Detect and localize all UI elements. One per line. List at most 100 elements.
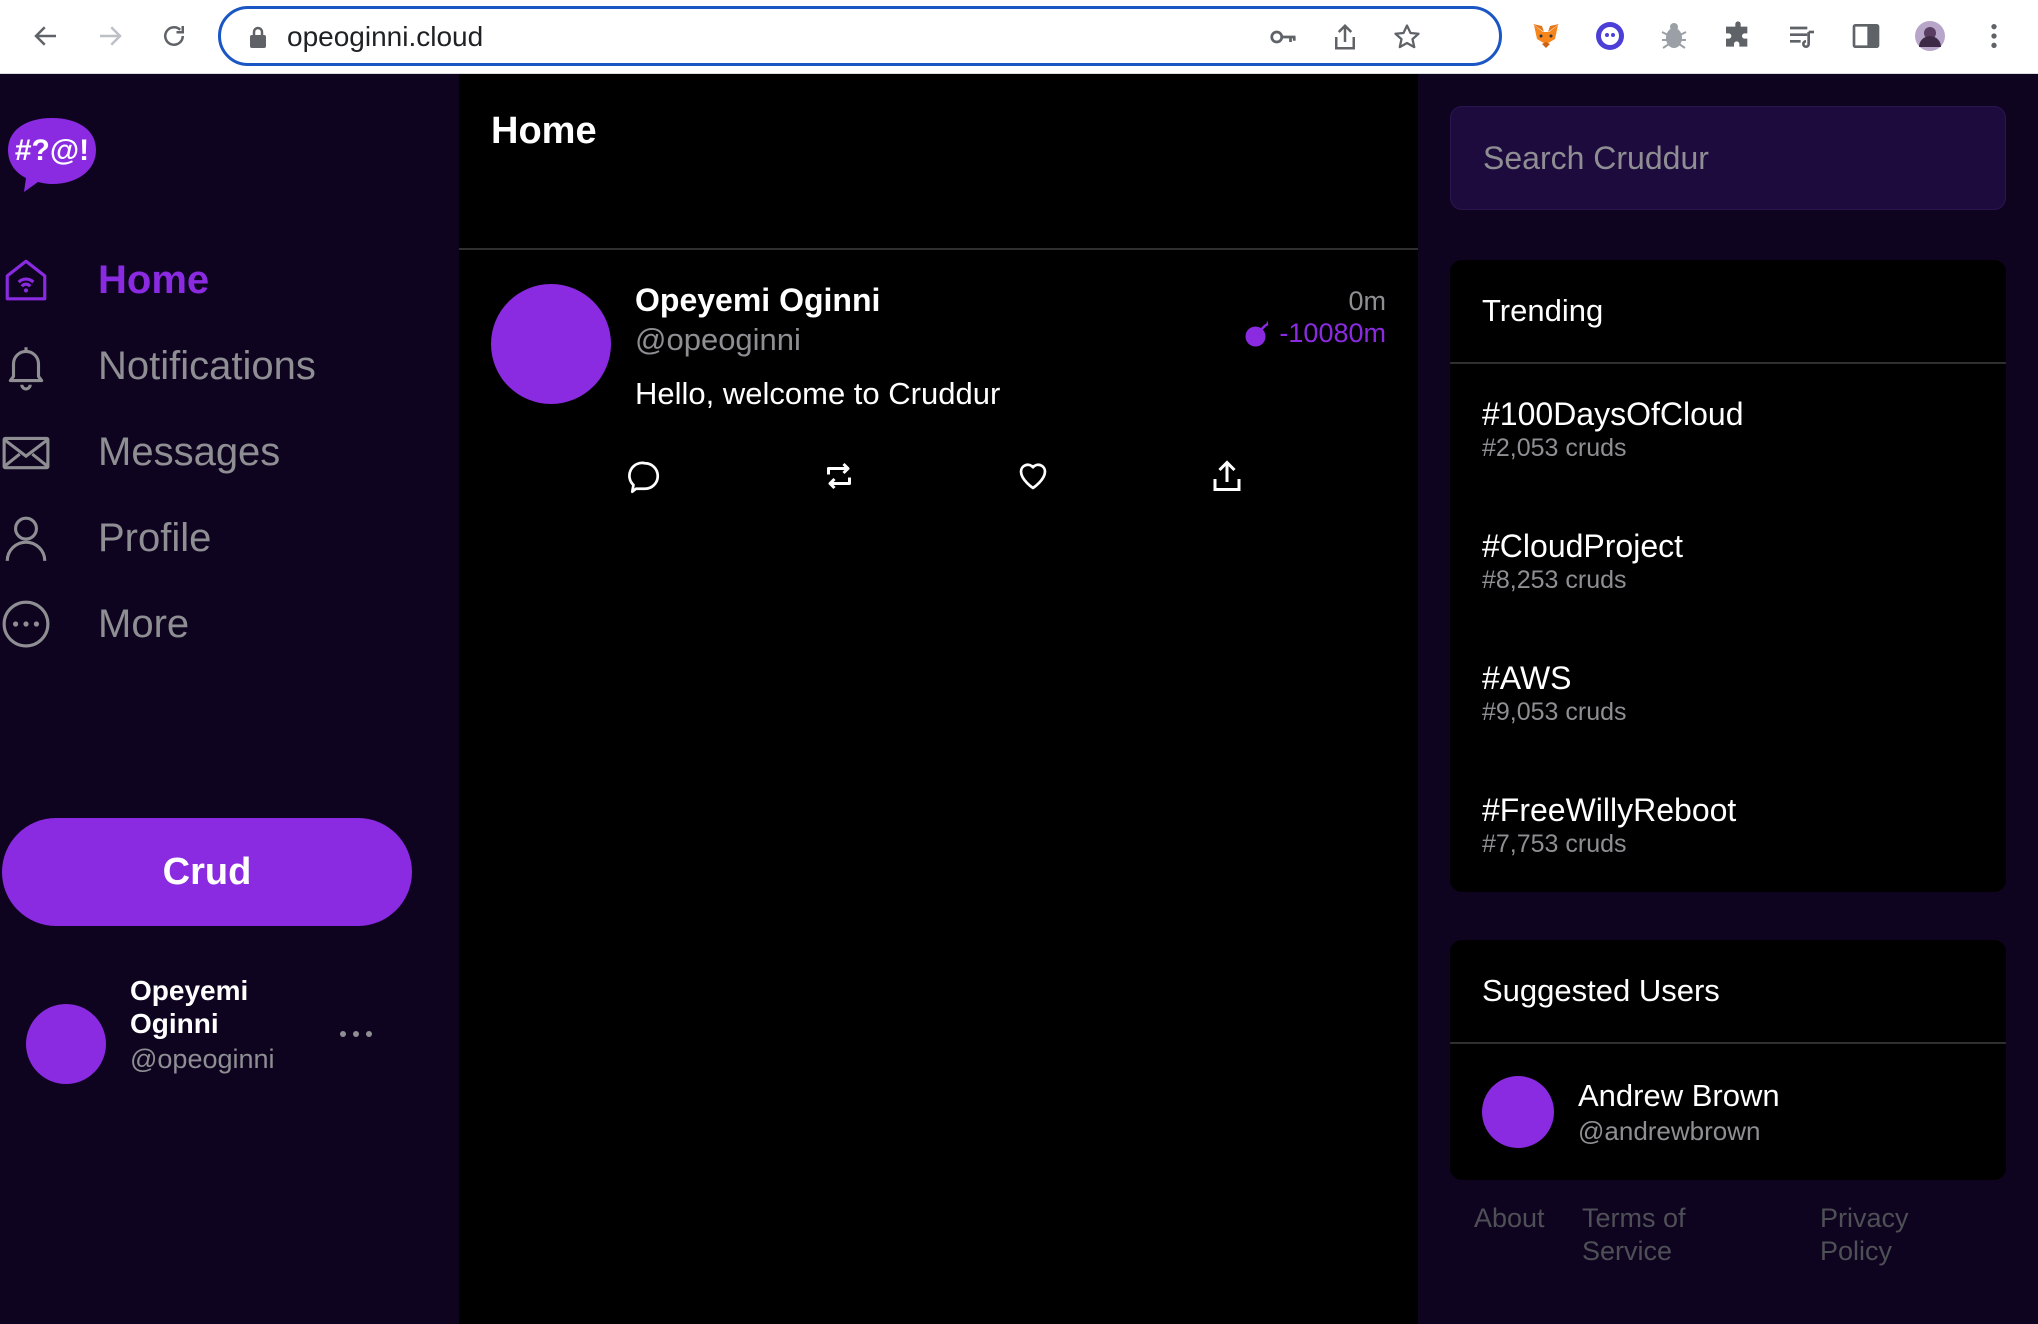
password-key-button[interactable] (1265, 19, 1301, 55)
repost-icon (827, 462, 851, 490)
post-expiry: -10080m (1243, 318, 1386, 349)
arrow-left-icon (34, 26, 56, 46)
trending-tag: #FreeWillyReboot (1482, 792, 1737, 828)
profile-menu-button[interactable] (336, 1014, 376, 1054)
share-page-button[interactable] (1327, 19, 1363, 55)
suggested-user-name: Andrew Brown (1578, 1078, 1780, 1113)
post-author-name[interactable]: Opeyemi Oginni (635, 282, 880, 319)
heart-icon (1019, 463, 1047, 490)
post-message: Hello, welcome to Cruddur (635, 376, 1001, 411)
activity-item[interactable]: Opeyemi Oginni @opeoginni 0m -10080m Hel… (459, 252, 1418, 522)
trending-count: #7,753 cruds (1482, 830, 1627, 858)
current-user-name: Opeyemi Oginni (130, 975, 249, 1039)
trending-item[interactable]: #FreeWillyReboot #7,753 cruds (1450, 760, 2006, 892)
trending-tag: #100DaysOfCloud (1482, 396, 1744, 432)
reload-button[interactable] (152, 14, 196, 58)
suggested-users-title: Suggested Users (1450, 940, 2006, 1044)
avatar (26, 1004, 106, 1084)
reply-button[interactable] (623, 454, 667, 498)
fox-icon (1533, 24, 1559, 48)
sidebar: #?@! Home Notifications Messages Profile… (0, 74, 459, 1324)
right-rail: Trending #100DaysOfCloud #2,053 cruds #C… (1418, 74, 2038, 1324)
puzzle-icon (1726, 21, 1748, 47)
suggested-user-handle: @andrewbrown (1578, 1116, 1761, 1146)
about-link[interactable]: About (1474, 1202, 1574, 1235)
trending-count: #8,253 cruds (1482, 566, 1627, 594)
privacy-link[interactable]: Privacy Policy (1820, 1202, 1930, 1268)
post-author-handle[interactable]: @opeoginni (635, 322, 801, 358)
crud-button[interactable]: Crud (2, 818, 412, 926)
current-user-profile[interactable]: Opeyemi Oginni @opeoginni (0, 974, 440, 1114)
speech-bubble-logo-icon: #?@! (8, 118, 96, 192)
trending-tag: #CloudProject (1482, 528, 1683, 564)
repost-button[interactable] (817, 454, 861, 498)
profile-avatar-button[interactable] (1910, 16, 1950, 56)
sidebar-item-label: Messages (98, 429, 281, 474)
bug-icon (1661, 23, 1687, 49)
sidebar-item-messages[interactable]: Messages (0, 412, 440, 492)
trending-item[interactable]: #CloudProject #8,253 cruds (1450, 496, 2006, 628)
browser-menu-button[interactable] (1974, 16, 2014, 56)
logo-text: #?@! (15, 134, 89, 167)
more-circle-icon (0, 598, 52, 650)
sidebar-item-label: Notifications (98, 343, 316, 388)
post-expiry-text: -10080m (1279, 318, 1386, 348)
more-dots-icon (340, 1031, 372, 1037)
post-timestamp: 0m (1348, 286, 1386, 316)
suggested-user[interactable]: Andrew Brown @andrewbrown (1450, 1044, 2006, 1180)
trending-count: #9,053 cruds (1482, 698, 1627, 726)
trending-item[interactable]: #AWS #9,053 cruds (1450, 628, 2006, 760)
kebab-menu-icon (1991, 24, 1997, 48)
blue-ghost-extension-button[interactable] (1590, 16, 1630, 56)
lock-icon (250, 26, 266, 48)
sidebar-item-label: Home (98, 257, 210, 302)
browser-toolbar: opeoginni.cloud (0, 0, 2038, 74)
sidebar-item-notifications[interactable]: Notifications (0, 326, 440, 406)
bookmark-button[interactable] (1389, 19, 1425, 55)
feed-header: Home (459, 74, 1418, 250)
app-logo[interactable]: #?@! (4, 114, 100, 198)
share-icon (1335, 23, 1355, 50)
extensions-button[interactable] (1718, 16, 1758, 56)
sidebar-item-more[interactable]: More (0, 584, 440, 664)
page-title: Home (491, 110, 597, 152)
suggested-users-card: Suggested Users Andrew Brown @andrewbrow… (1450, 940, 2006, 1180)
avatar[interactable] (491, 284, 611, 404)
star-icon (1394, 24, 1420, 49)
side-panel-icon (1852, 24, 1880, 48)
trending-title: Trending (1450, 260, 2006, 364)
bomb-icon (1245, 321, 1269, 346)
sidebar-item-label: More (98, 601, 190, 646)
terms-link[interactable]: Terms of Service (1582, 1202, 1732, 1268)
current-user-handle: @opeoginni (130, 1044, 275, 1074)
share-button[interactable] (1205, 454, 1249, 498)
trending-count: #2,053 cruds (1482, 434, 1627, 462)
bell-icon (0, 340, 52, 392)
playlist-icon (1790, 26, 1814, 48)
side-panel-button[interactable] (1846, 16, 1886, 56)
url-text: opeoginni.cloud (287, 21, 484, 52)
forward-button[interactable] (88, 14, 132, 58)
avatar-icon (1915, 21, 1945, 51)
ghost-icon (1596, 22, 1624, 50)
person-icon (0, 512, 52, 564)
arrow-right-icon (100, 26, 122, 46)
sidebar-item-home[interactable]: Home (0, 240, 440, 320)
key-icon (1270, 30, 1296, 44)
share-icon (1213, 460, 1241, 491)
envelope-icon (0, 426, 52, 478)
media-queue-button[interactable] (1782, 16, 1822, 56)
bug-extension-button[interactable] (1654, 16, 1694, 56)
back-button[interactable] (24, 14, 68, 58)
avatar (1482, 1076, 1554, 1148)
search-box[interactable] (1450, 106, 2006, 210)
home-icon (0, 254, 52, 306)
like-button[interactable] (1011, 454, 1055, 498)
address-bar[interactable]: opeoginni.cloud (218, 6, 1502, 66)
sidebar-item-profile[interactable]: Profile (0, 498, 440, 578)
reload-icon (164, 26, 184, 46)
trending-item[interactable]: #100DaysOfCloud #2,053 cruds (1450, 364, 2006, 496)
search-input[interactable] (1451, 107, 2005, 209)
metamask-extension-button[interactable] (1526, 16, 1566, 56)
sidebar-item-label: Profile (98, 515, 212, 560)
